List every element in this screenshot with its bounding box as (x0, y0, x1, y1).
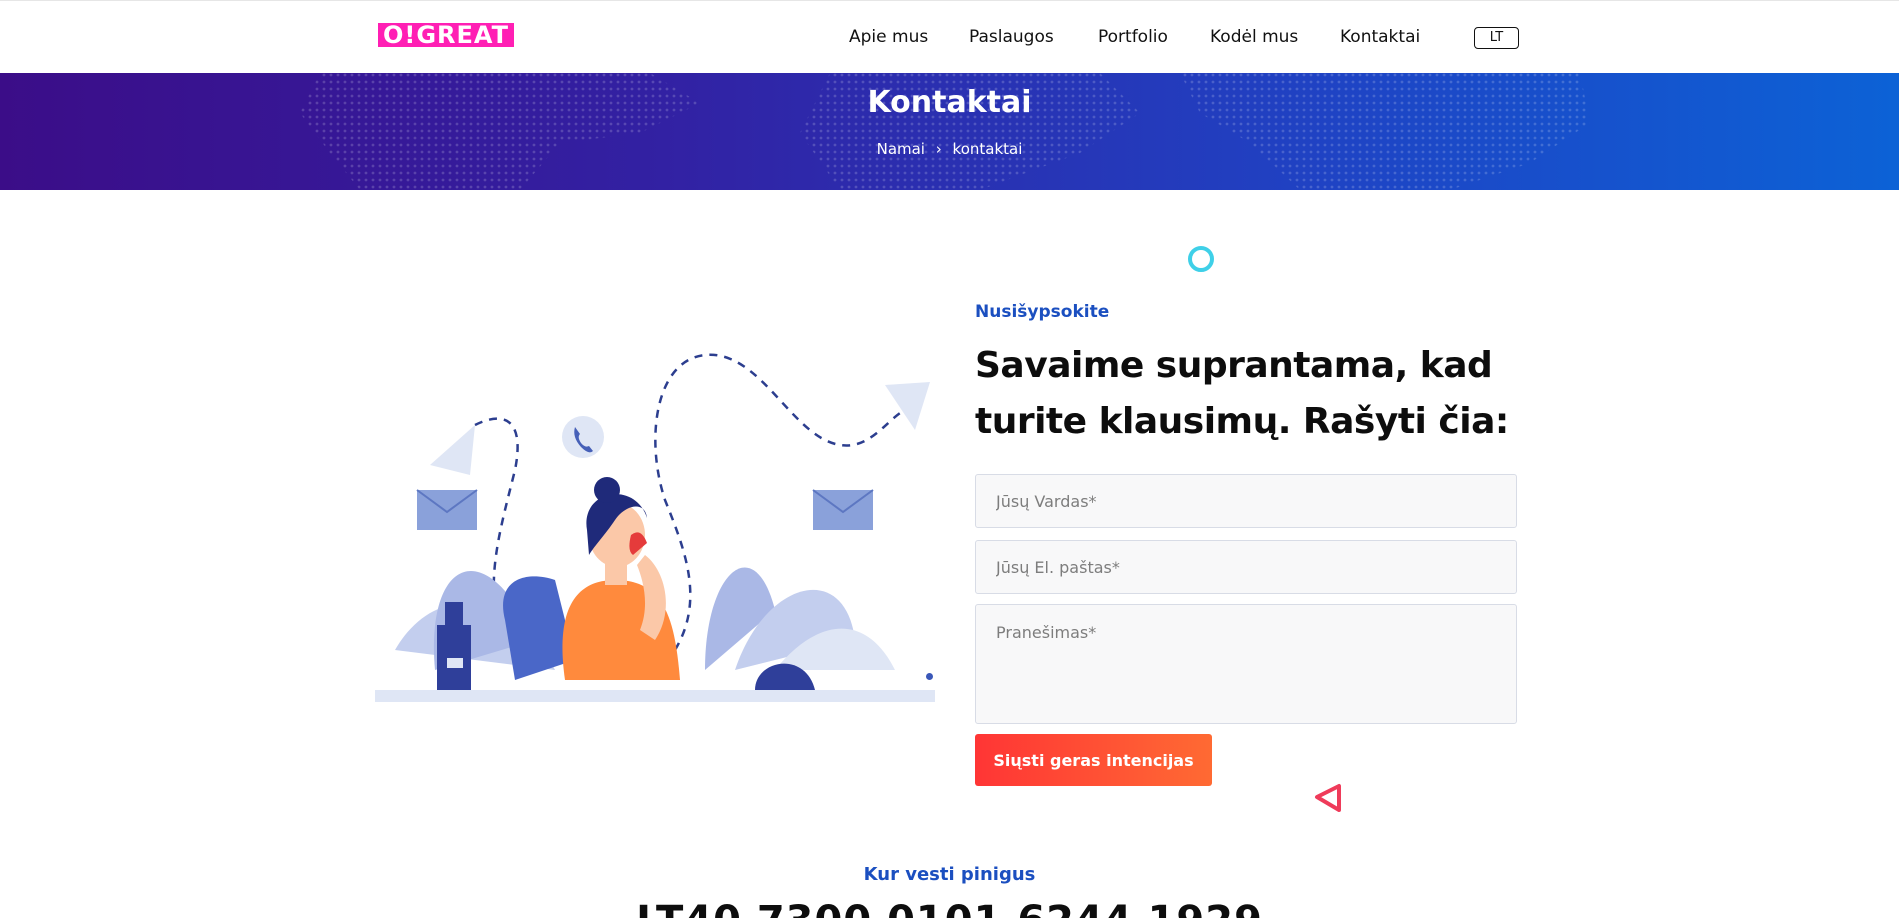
customer-support-illustration (375, 353, 935, 702)
name-field[interactable] (975, 474, 1517, 528)
nav-item-kontaktai[interactable]: Kontaktai (1340, 27, 1420, 47)
page-title: Kontaktai (867, 85, 1032, 120)
language-switch[interactable]: LT (1474, 27, 1519, 49)
chevron-right-icon: › (935, 140, 942, 158)
page: O!GREAT Apie mus Paslaugos Portfolio Kod… (0, 0, 1899, 918)
main-nav: Apie mus Paslaugos Portfolio Kodėl mus K… (0, 27, 1899, 51)
nav-item-portfolio[interactable]: Portfolio (1098, 27, 1168, 47)
triangle-decoration-icon (1315, 784, 1341, 812)
breadcrumb: Namai › kontaktai (0, 140, 1899, 158)
headline-line-1: Savaime suprantama, kad (975, 345, 1493, 386)
section-tagline: Nusišypsokite (975, 302, 1110, 322)
headline-line-2: turite klausimų. Rašyti čia: (975, 401, 1509, 442)
section-headline: Savaime suprantama, kad turite klausimų.… (975, 338, 1535, 450)
nav-item-paslaugos[interactable]: Paslaugos (969, 27, 1054, 47)
circle-decoration-icon (1188, 246, 1214, 272)
nav-item-apie-mus[interactable]: Apie mus (849, 27, 928, 47)
breadcrumb-home[interactable]: Namai (877, 140, 925, 158)
email-field[interactable] (975, 540, 1517, 594)
submit-button[interactable]: Siųsti geras intencijas (975, 734, 1212, 786)
page-hero: Kontaktai Namai › kontaktai (0, 73, 1899, 190)
breadcrumb-current: kontaktai (952, 140, 1023, 158)
site-header: O!GREAT Apie mus Paslaugos Portfolio Kod… (0, 0, 1899, 73)
nav-item-kodel-mus[interactable]: Kodėl mus (1210, 27, 1298, 47)
payment-tagline: Kur vesti pinigus (863, 864, 1036, 885)
message-field[interactable] (975, 604, 1517, 724)
bank-account-number: LT40 7300 0101 6244 1929 (0, 898, 1899, 918)
